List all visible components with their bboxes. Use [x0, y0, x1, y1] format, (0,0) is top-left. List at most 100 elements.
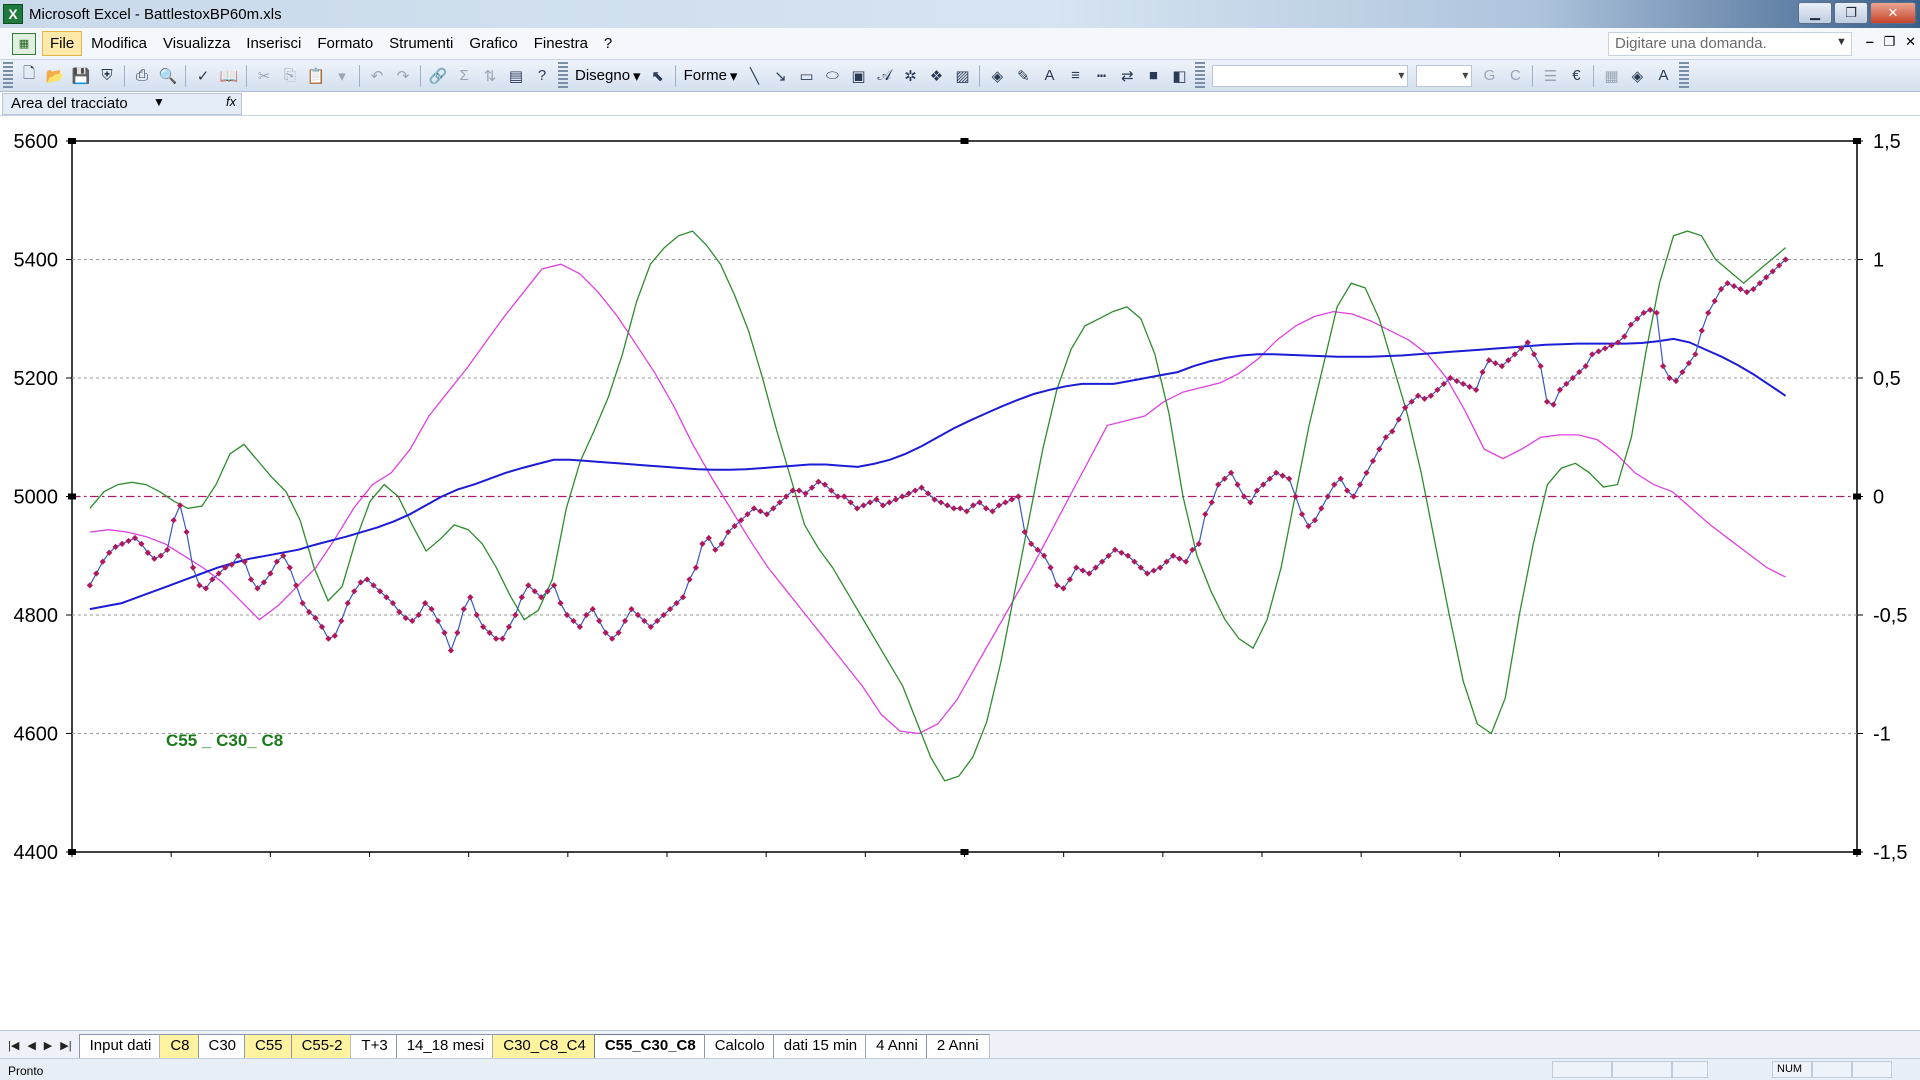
menu-formato[interactable]: Formato [310, 32, 380, 55]
price-point [692, 564, 700, 571]
clipart-icon[interactable]: ❖ [925, 65, 947, 87]
paste-dropdown-icon[interactable]: ▾ [331, 65, 353, 87]
textbox-tool-icon[interactable]: ▣ [847, 65, 869, 87]
fill-color-icon[interactable]: ◈ [986, 65, 1008, 87]
print-icon[interactable]: ⎙ [131, 65, 153, 87]
menu-inserisci[interactable]: Inserisci [239, 32, 308, 55]
permission-icon[interactable]: ⛨ [96, 65, 118, 87]
undo-icon[interactable]: ↶ [366, 65, 388, 87]
workbook-icon[interactable]: ▦ [12, 32, 36, 55]
menu-finestra[interactable]: Finestra [527, 32, 595, 55]
maximize-button[interactable]: ❐ [1834, 2, 1868, 24]
selection-handle [1853, 849, 1861, 855]
shadow-style-icon[interactable]: ■ [1142, 65, 1164, 87]
italic-button[interactable]: C [1504, 65, 1526, 87]
sheet-tab-c30[interactable]: C30 [197, 1034, 248, 1058]
diagram-icon[interactable]: ✲ [899, 65, 921, 87]
chevron-down-icon[interactable]: ▼ [153, 95, 165, 109]
line-style-icon[interactable]: ≡ [1064, 65, 1086, 87]
3d-style-icon[interactable]: ◧ [1168, 65, 1190, 87]
align-icon[interactable]: ☰ [1539, 65, 1561, 87]
sort-icon[interactable]: ⇅ [479, 65, 501, 87]
prev-sheet-icon[interactable]: ◀ [27, 1039, 35, 1052]
ask-dropdown-icon[interactable]: ▼ [1836, 36, 1847, 48]
arrow-style-icon[interactable]: ⇄ [1116, 65, 1138, 87]
sheet-tab-calcolo[interactable]: Calcolo [703, 1034, 776, 1058]
chart-area[interactable]: 4400 4600 4800 5000 5200 5400 5600 -1,5 -1 -0,5 0 0… [0, 116, 1920, 1030]
fill-bucket-icon[interactable]: ◈ [1626, 65, 1648, 87]
dash-style-icon[interactable]: ┅ [1090, 65, 1112, 87]
toolbar-grip[interactable] [3, 61, 13, 90]
sheet-tab-c55-c30-c8[interactable]: C55_C30_C8 [593, 1034, 707, 1058]
doc-minimize-button[interactable]: ‒ [1866, 34, 1873, 50]
copy-icon[interactable]: ⎘ [279, 65, 301, 87]
sheet-tab-dati-15-min[interactable]: dati 15 min [772, 1034, 869, 1058]
menu-help[interactable]: ? [597, 32, 619, 55]
spelling-icon[interactable]: ✓ [192, 65, 214, 87]
draw-menu-button[interactable]: Disegno ▾ [571, 67, 645, 85]
first-sheet-icon[interactable]: |◀ [8, 1039, 19, 1052]
price-point [757, 508, 764, 515]
redo-icon[interactable]: ↷ [392, 65, 414, 87]
print-preview-icon[interactable]: 🔍 [157, 65, 179, 87]
ask-question-input[interactable]: Digitare una domanda. [1608, 32, 1852, 56]
font-color-icon[interactable]: A [1038, 65, 1060, 87]
oval-tool-icon[interactable]: ⬭ [821, 65, 843, 87]
doc-restore-button[interactable]: ❐ [1883, 34, 1895, 50]
format-object-icon[interactable]: fx [226, 94, 236, 109]
line-tool-icon[interactable]: ╲ [743, 65, 765, 87]
last-sheet-icon[interactable]: ▶| [60, 1039, 71, 1052]
chart-svg[interactable]: 4400 4600 4800 5000 5200 5400 5600 -1,5 -1 -0,5 0 0… [0, 116, 1920, 1030]
help-icon[interactable]: ? [531, 65, 553, 87]
y-right-tick-label: -1 [1873, 724, 1891, 746]
y-left-tick-label: 5600 [14, 131, 59, 153]
paste-icon[interactable]: 📋 [305, 65, 327, 87]
borders-icon[interactable]: ▦ [1600, 65, 1622, 87]
sheet-tab-c55[interactable]: C55 [244, 1034, 294, 1058]
minimize-button[interactable]: ▁ [1798, 2, 1832, 24]
rectangle-tool-icon[interactable]: ▭ [795, 65, 817, 87]
euro-currency-button[interactable]: € [1565, 65, 1587, 87]
new-file-icon[interactable]: 🗋 [18, 65, 40, 87]
menu-visualizza[interactable]: Visualizza [156, 32, 237, 55]
sheet-tab-c30-c8-c4[interactable]: C30_C8_C4 [492, 1034, 597, 1058]
chart-wizard-icon[interactable]: ▤ [505, 65, 527, 87]
close-button[interactable]: ✕ [1870, 2, 1916, 24]
sheet-tab-t-3[interactable]: T+3 [350, 1034, 399, 1058]
font-name-select[interactable] [1212, 64, 1409, 87]
text-color-icon[interactable]: A [1652, 65, 1674, 87]
picture-icon[interactable]: ▨ [951, 65, 973, 87]
sheet-tab-2-anni[interactable]: 2 Anni [925, 1034, 990, 1058]
window-title: Microsoft Excel - BattlestoxBP60m.xls [29, 5, 282, 23]
next-sheet-icon[interactable]: ▶ [44, 1039, 52, 1052]
chart-object-selector[interactable]: Area del tracciato ▼ [2, 93, 242, 115]
doc-close-button[interactable]: ✕ [1905, 34, 1916, 50]
line-color-icon[interactable]: ✎ [1012, 65, 1034, 87]
toolbar-grip[interactable] [1679, 61, 1690, 90]
menu-strumenti[interactable]: Strumenti [382, 32, 460, 55]
autosum-icon[interactable]: Σ [453, 65, 475, 87]
sheet-tab-input-dati[interactable]: Input dati [78, 1034, 163, 1058]
sheet-tab-c8[interactable]: C8 [159, 1034, 201, 1058]
research-icon[interactable]: 📖 [218, 65, 240, 87]
hyperlink-icon[interactable]: 🔗 [427, 65, 449, 87]
open-file-icon[interactable]: 📂 [44, 65, 66, 87]
font-size-select[interactable] [1416, 64, 1473, 87]
toolbar-grip[interactable] [558, 61, 568, 90]
wordart-icon[interactable]: 𝒜 [873, 65, 895, 87]
menu-file[interactable]: File [42, 31, 83, 56]
menu-grafico[interactable]: Grafico [462, 32, 524, 55]
toolbar-grip[interactable] [1195, 61, 1206, 90]
arrow-tool-icon[interactable]: ↘ [769, 65, 791, 87]
sheet-tab-14-18-mesi[interactable]: 14_18 mesi [395, 1034, 496, 1058]
save-icon[interactable]: 💾 [70, 65, 92, 87]
shapes-menu-button[interactable]: Forme ▾ [680, 67, 742, 85]
select-pointer-icon[interactable]: ⬉ [647, 65, 669, 87]
cut-icon[interactable]: ✂ [253, 65, 275, 87]
sheet-tab-4-anni[interactable]: 4 Anni [865, 1034, 929, 1058]
bold-button[interactable]: G [1478, 65, 1500, 87]
menu-modifica[interactable]: Modifica [84, 32, 154, 55]
sheet-tab-c55-2[interactable]: C55-2 [290, 1034, 354, 1058]
excel-app-icon[interactable]: X [3, 4, 23, 24]
price-point [189, 564, 197, 571]
